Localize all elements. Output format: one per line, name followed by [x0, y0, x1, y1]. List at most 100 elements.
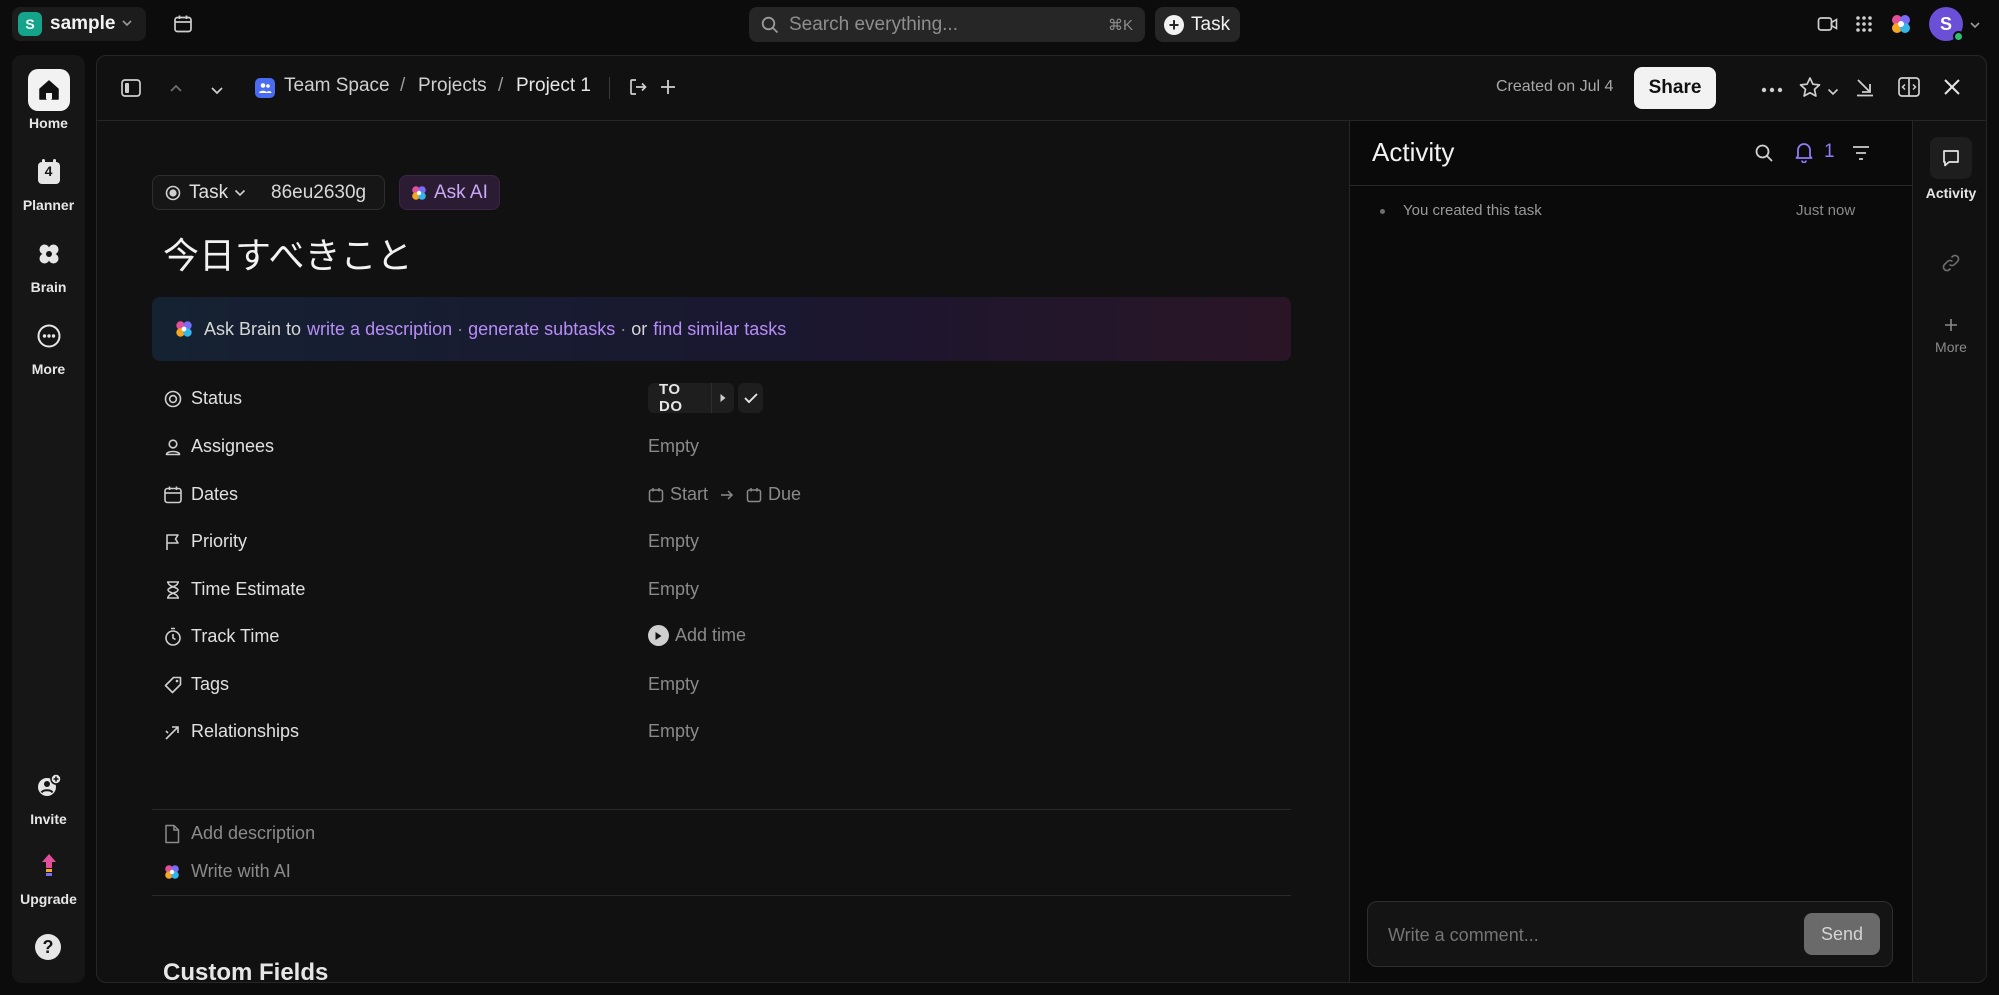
move-task-icon[interactable]	[628, 77, 648, 102]
home-icon	[27, 69, 70, 111]
rail-more-label: More	[1935, 339, 1967, 355]
layout-toggle-icon[interactable]	[1898, 77, 1920, 102]
notifications-button[interactable]: 1	[1794, 141, 1835, 163]
calendar-icon	[163, 485, 183, 505]
chevron-down-icon	[121, 16, 133, 32]
comment-input[interactable]	[1388, 920, 1788, 950]
next-status-icon[interactable]	[711, 383, 735, 413]
relationships-label: Relationships	[191, 721, 300, 741]
task-title[interactable]: 今日すべきこと	[163, 227, 412, 279]
ask-ai-button[interactable]: Ask AI	[399, 175, 500, 210]
property-tags: Tags Empty	[163, 669, 763, 699]
nav-home[interactable]: Home	[12, 69, 85, 131]
due-calendar-icon	[746, 487, 762, 503]
assignees-value[interactable]: Empty	[648, 436, 699, 457]
chevron-down-icon[interactable]	[1827, 84, 1839, 102]
help-icon[interactable]: ?	[35, 934, 61, 960]
relationships-value[interactable]: Empty	[648, 721, 699, 742]
task-type-dropdown[interactable]: Task	[152, 175, 260, 210]
tags-label: Tags	[191, 674, 230, 694]
generate-subtasks-link[interactable]: generate subtasks	[468, 319, 615, 340]
dates-label: Dates	[191, 484, 239, 504]
chevron-down-icon	[234, 188, 246, 198]
share-button[interactable]: Share	[1634, 67, 1716, 109]
nav-more[interactable]: More	[12, 315, 85, 377]
team-space-icon	[255, 78, 275, 98]
task-panel: Team Space / Projects / Project 1 Create…	[96, 55, 1987, 983]
apps-grid-icon[interactable]	[1855, 15, 1873, 38]
add-description-button[interactable]: Add description	[163, 823, 315, 844]
search-icon[interactable]	[1754, 143, 1774, 168]
write-with-ai-button[interactable]: Write with AI	[163, 861, 291, 882]
more-options-icon[interactable]	[1761, 80, 1783, 98]
due-date[interactable]: Due	[768, 484, 801, 505]
chevron-down-icon[interactable]	[210, 83, 224, 101]
property-priority: Priority Empty	[163, 526, 763, 556]
workspace-switcher[interactable]: S sample	[12, 7, 146, 41]
plus-icon[interactable]	[659, 78, 677, 101]
plus-circle-icon: +	[1164, 14, 1184, 35]
activity-title: Activity	[1372, 137, 1455, 167]
breadcrumb-folder[interactable]: Projects	[418, 75, 487, 97]
search-shortcut: ⌘K	[1107, 17, 1133, 34]
tags-value[interactable]: Empty	[648, 674, 699, 695]
add-time-label: Add time	[675, 625, 747, 645]
section-divider	[152, 809, 1291, 810]
assignees-label: Assignees	[191, 436, 275, 456]
calendar-icon[interactable]	[173, 14, 193, 39]
star-icon[interactable]	[1798, 76, 1822, 103]
task-id[interactable]: 86eu2630g	[259, 175, 385, 210]
sidebar-toggle-icon[interactable]	[121, 79, 141, 102]
status-button[interactable]: TO DO	[648, 381, 711, 415]
search-placeholder: Search everything...	[789, 13, 958, 35]
document-icon	[163, 824, 181, 844]
brain-ai-icon	[163, 863, 181, 881]
minimize-icon[interactable]	[1855, 77, 1875, 102]
nav-brain[interactable]: Brain	[12, 233, 85, 295]
nav-planner[interactable]: 4 Planner	[12, 151, 85, 213]
rail-activity[interactable]: Activity	[1913, 137, 1986, 201]
flag-icon	[163, 532, 183, 552]
new-task-button[interactable]: + Task	[1155, 7, 1240, 42]
video-record-icon[interactable]	[1817, 14, 1839, 39]
stopwatch-icon	[163, 627, 183, 647]
time-estimate-value[interactable]: Empty	[648, 579, 699, 600]
breadcrumb-list[interactable]: Project 1	[516, 75, 591, 97]
send-button[interactable]: Send	[1804, 913, 1880, 955]
play-icon	[648, 625, 669, 646]
online-status-dot	[1953, 31, 1964, 42]
brain-ai-icon	[174, 319, 194, 339]
bell-icon	[1794, 141, 1814, 163]
ask-brain-or: or	[631, 318, 648, 339]
dates-value: Start Due	[648, 484, 801, 505]
task-type-label: Task	[189, 181, 229, 203]
close-icon[interactable]	[1942, 77, 1962, 102]
link-icon[interactable]	[1941, 253, 1961, 278]
chevron-down-icon[interactable]	[1969, 18, 1981, 36]
start-calendar-icon	[648, 487, 664, 503]
start-date[interactable]: Start	[670, 484, 708, 505]
header-divider	[609, 77, 610, 99]
task-content: Task 86eu2630g Ask AI 今日すべきこと Ask Brain …	[97, 121, 1349, 982]
add-time-control[interactable]: Add time	[648, 625, 746, 646]
activity-bullet	[1380, 209, 1385, 214]
find-similar-tasks-link[interactable]: find similar tasks	[653, 319, 786, 340]
global-search[interactable]: Search everything... ⌘K	[749, 7, 1145, 42]
write-description-link[interactable]: write a description	[307, 319, 452, 340]
priority-value[interactable]: Empty	[648, 531, 699, 552]
filter-icon[interactable]	[1851, 145, 1871, 166]
planner-calendar-icon: 4	[28, 151, 70, 193]
priority-label: Priority	[191, 531, 248, 551]
nav-invite[interactable]: Invite	[12, 765, 85, 827]
complete-check-icon[interactable]	[738, 383, 763, 413]
breadcrumb-space[interactable]: Team Space	[284, 75, 390, 97]
property-dates: Dates Start Due	[163, 479, 801, 509]
brain-ai-icon[interactable]	[1889, 12, 1913, 41]
rail-more[interactable]: More	[1913, 317, 1986, 355]
chevron-up-icon[interactable]	[169, 82, 183, 100]
workspace-logo: S	[18, 12, 42, 36]
planner-badge: 4	[44, 163, 53, 179]
time-estimate-label: Time Estimate	[191, 579, 306, 599]
brain-ai-icon	[410, 184, 428, 202]
nav-upgrade[interactable]: Upgrade	[12, 845, 85, 907]
